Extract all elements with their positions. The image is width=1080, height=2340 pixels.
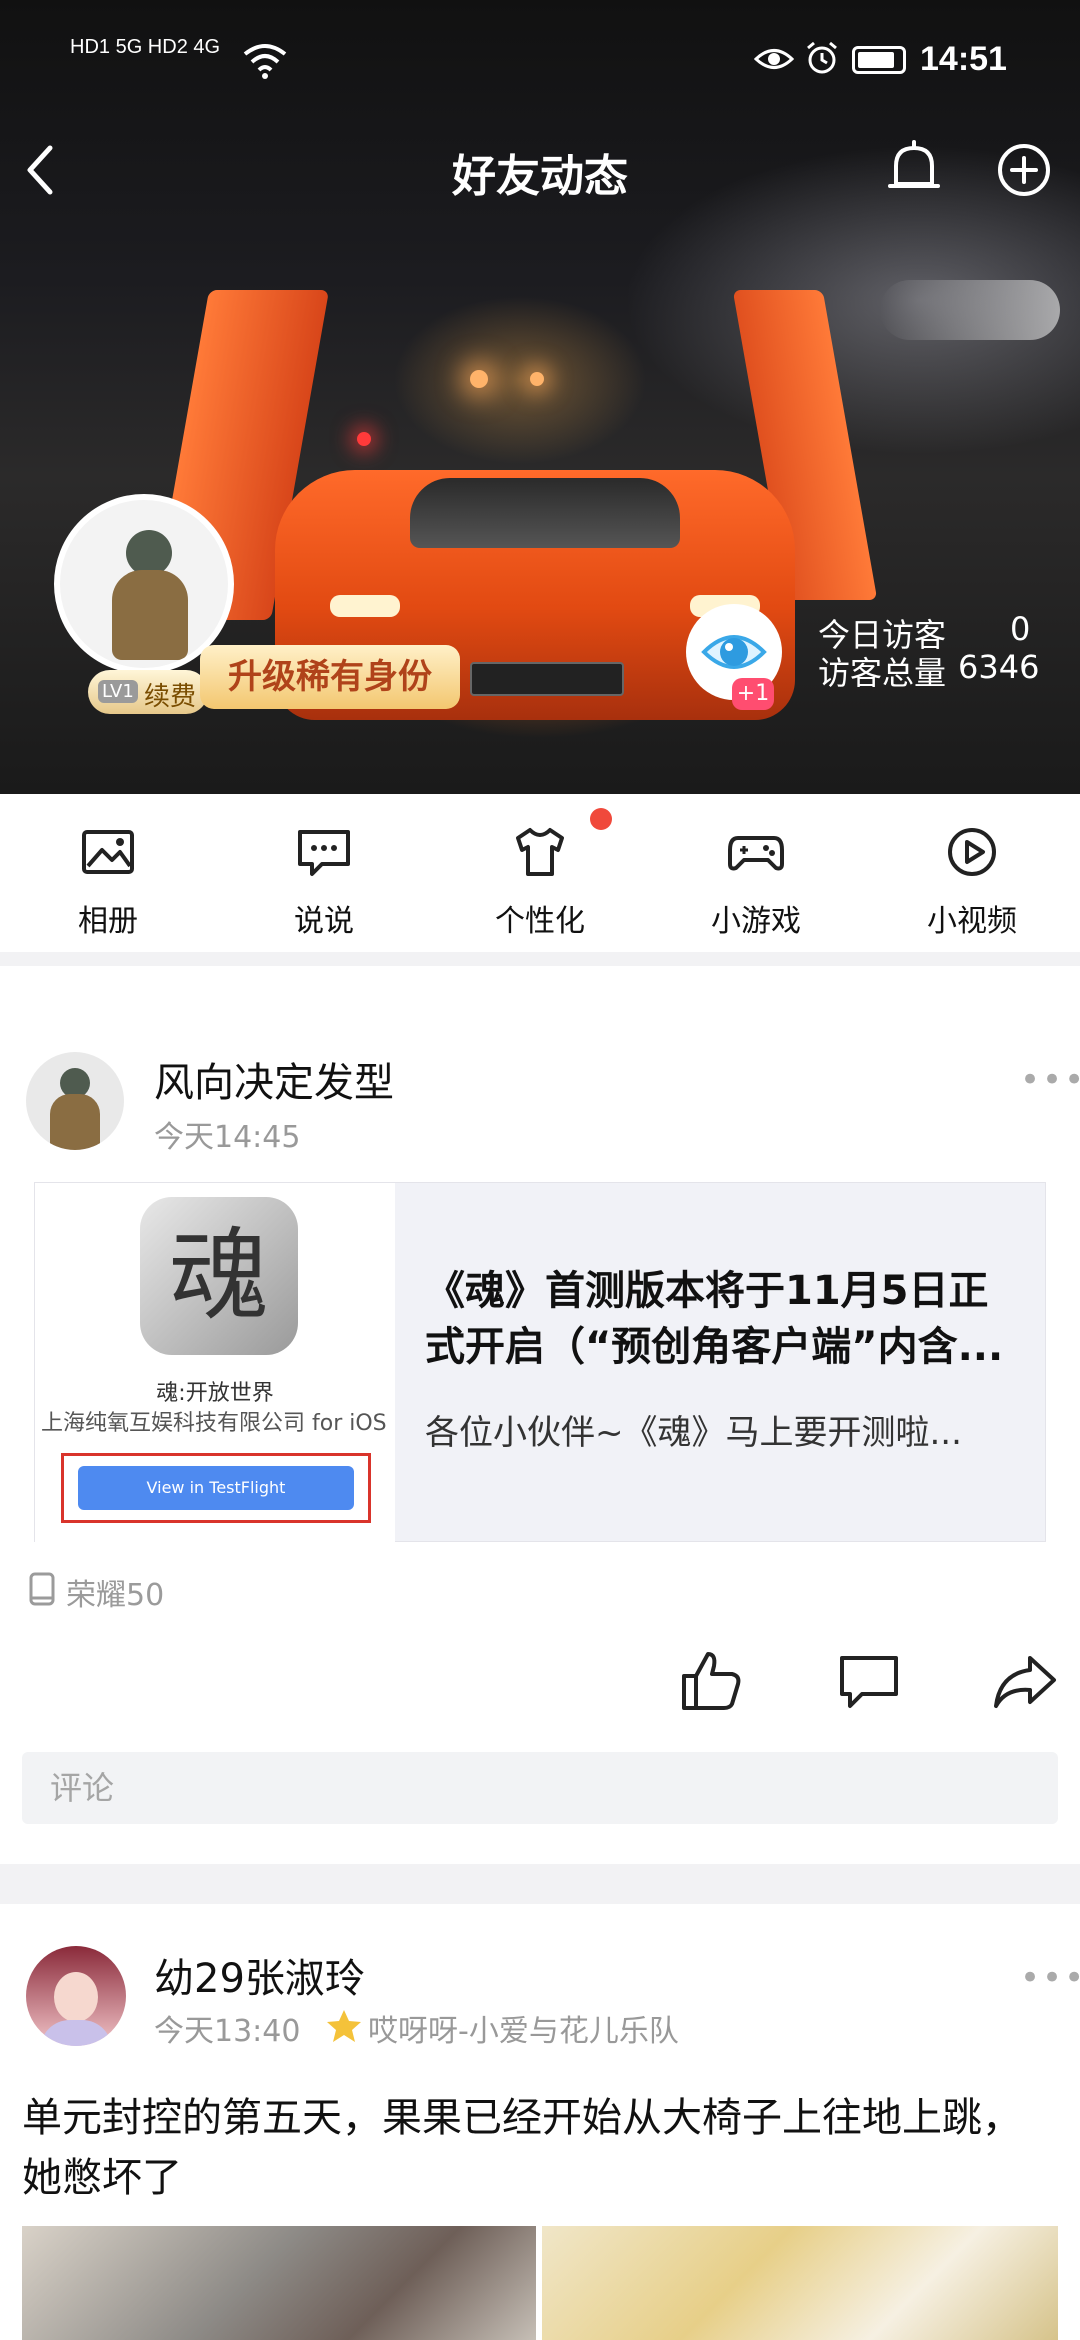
share-card-thumbnail: 魂 魂:开放世界 上海纯氧互娱科技有限公司 for iOS View in Te… (35, 1183, 395, 1543)
tshirt-icon (516, 828, 564, 876)
testflight-highlight: View in TestFlight (61, 1453, 371, 1523)
post-author-avatar[interactable] (26, 1052, 124, 1150)
alarm-icon (807, 41, 837, 74)
comment-icon[interactable] (834, 1646, 904, 1716)
post-time: 今天14:45 (154, 1120, 301, 1155)
feature-minigame[interactable]: 小游戏 (648, 820, 864, 950)
notification-dot (590, 808, 612, 830)
section-divider (0, 952, 1080, 966)
eye-status-icon (754, 49, 794, 69)
car-window (410, 478, 680, 548)
feature-label: 相册 (78, 904, 138, 939)
feature-label: 小游戏 (711, 904, 801, 939)
total-visits-label: 访客总量 (818, 654, 947, 692)
street-light (470, 370, 488, 388)
feature-label: 小视频 (927, 904, 1017, 939)
plus-circle-icon[interactable] (992, 138, 1056, 202)
phone-icon (29, 1572, 55, 1606)
post-image[interactable] (542, 2226, 1058, 2340)
testflight-button: View in TestFlight (78, 1466, 354, 1510)
car-headlight-left (330, 595, 400, 617)
feature-personalize[interactable]: 个性化 (432, 820, 648, 950)
arcade-lights (880, 280, 1060, 340)
shared-link-card[interactable]: 魂 魂:开放世界 上海纯氧互娱科技有限公司 for iOS View in Te… (34, 1182, 1046, 1543)
bell-icon[interactable] (884, 138, 944, 202)
total-visits-value: 6346 (958, 648, 1040, 686)
clock: 14:51 (920, 40, 1007, 78)
network-status: HD1 5G HD2 4G (70, 36, 221, 58)
like-icon[interactable] (676, 1646, 746, 1716)
more-options-icon[interactable]: ••• (1020, 1060, 1080, 1100)
chat-bubble-icon (298, 830, 350, 876)
today-visits-value: 0 (1010, 610, 1031, 648)
battery-icon (852, 46, 906, 74)
post-tag[interactable]: 哎呀呀-小爱与花儿乐队 (368, 2006, 679, 2050)
car-plate (470, 662, 624, 696)
comment-input[interactable]: 评论 (22, 1752, 1058, 1824)
header-cover[interactable]: HD1 5G HD2 4G 14:51 好友动态 LV1 续费 升级稀有身份 +… (0, 0, 1080, 794)
share-title: 《魂》首测版本将于11月5日正式开启（“预创角客户端”内含... (425, 1268, 1004, 1370)
vip-level-badge[interactable]: LV1 续费 (88, 670, 208, 714)
app-name: 魂:开放世界 (156, 1381, 274, 1406)
feature-shuoshuo[interactable]: 说说 (216, 820, 432, 950)
play-circle-icon (948, 828, 996, 876)
upgrade-identity-button[interactable]: 升级稀有身份 (200, 645, 460, 709)
feature-shortvideo[interactable]: 小视频 (864, 820, 1080, 950)
new-visitor-badge: +1 (732, 678, 774, 710)
app-icon: 魂 (140, 1197, 298, 1355)
post-image[interactable] (22, 2226, 536, 2340)
post-time: 今天13:40 (154, 2014, 301, 2049)
avatar-figure-body (112, 570, 188, 660)
street-light (357, 432, 371, 446)
share-icon[interactable] (990, 1646, 1060, 1716)
share-description: 各位小伙伴~《魂》马上要开测啦... (425, 1413, 962, 1453)
star-icon (327, 2010, 361, 2042)
feature-label: 个性化 (495, 904, 585, 939)
post-author-name[interactable]: 风向决定发型 (154, 1050, 394, 1108)
renew-label: 续费 (144, 682, 197, 712)
photo-album-icon (82, 830, 134, 874)
wifi-icon (243, 44, 287, 79)
gamepad-icon (728, 836, 784, 871)
more-options-icon[interactable]: ••• (1020, 1958, 1080, 1998)
device-label: 荣耀50 (66, 1578, 165, 1613)
app-icon-glyph: 魂 (169, 1217, 269, 1334)
post-text: 单元封控的第五天，果果已经开始从大椅子上往地上跳，她憋坏了 (22, 2095, 1022, 2201)
street-light (530, 372, 544, 386)
feature-label: 说说 (294, 904, 354, 939)
feature-album[interactable]: 相册 (0, 820, 216, 950)
section-divider (0, 1864, 1080, 1904)
post-author-avatar[interactable] (26, 1946, 126, 2046)
post-author-name[interactable]: 幼29张淑玲 (154, 1946, 365, 2004)
app-company: 上海纯氧互娱科技有限公司 for iOS (41, 1411, 387, 1436)
